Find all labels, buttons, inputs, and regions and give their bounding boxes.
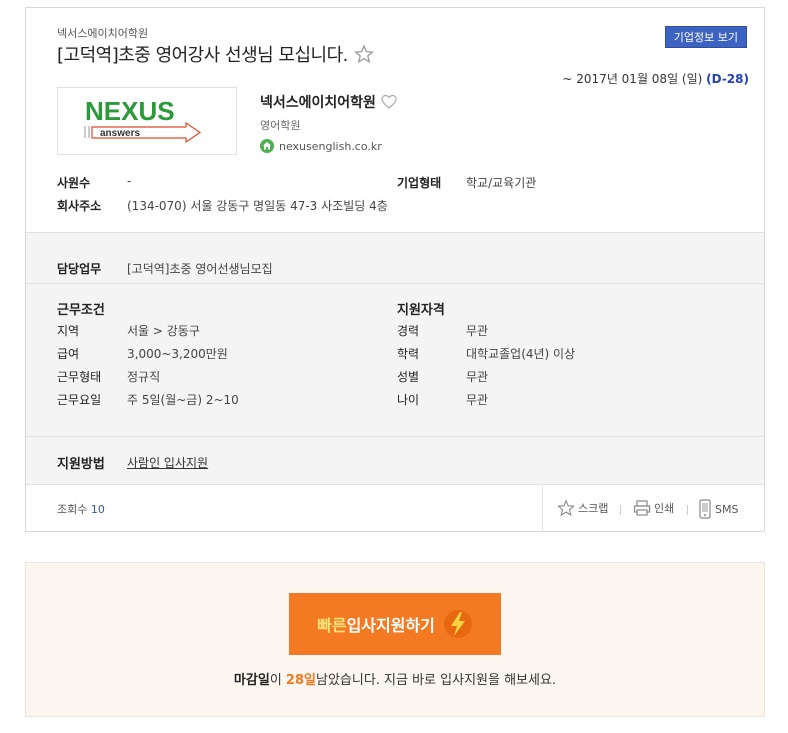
condition-label: 지역 [57, 324, 80, 338]
qualification-value: 무관 [466, 393, 489, 407]
home-icon [260, 139, 274, 153]
company-name-row: 넥서스에이치어학원 [260, 92, 397, 112]
deadline-particle: 이 [269, 673, 282, 688]
heart-icon[interactable] [381, 94, 397, 110]
logo-sub-text: answers [100, 128, 140, 139]
quick-apply-label: 입사지원하기 [346, 616, 435, 635]
homepage-url: nexusenglish.co.kr [279, 139, 382, 153]
qualification-label: 학력 [397, 347, 420, 361]
quick-apply-box: 빠른 입사지원하기 마감일이 28일남았습니다. 지금 바로 입사지원을 해보세요… [25, 562, 765, 717]
address-label: 회사주소 [57, 199, 102, 213]
deadline-date: ~ 2017년 01월 08일 (일) [562, 72, 703, 86]
company-name-small[interactable]: 넥서스에이치어학원 [57, 25, 148, 41]
company-type-value: 학교/교육기관 [466, 176, 537, 190]
views-label: 조회수 [57, 503, 88, 516]
lightning-icon [443, 610, 472, 638]
deadline: ~ 2017년 01월 08일 (일) (D-28) [562, 70, 749, 87]
company-type-label: 기업형태 [397, 176, 442, 190]
quick-apply-button[interactable]: 빠른 입사지원하기 [289, 593, 501, 655]
address-value: (134-070) 서울 강동구 명일동 47-3 사조빌딩 4층 [127, 199, 388, 213]
deadline-word: 마감일 [233, 673, 270, 688]
divider [542, 485, 543, 531]
qualifications-title: 지원자격 [397, 303, 445, 318]
deadline-message-rest: 남았습니다. 지금 바로 입사지원을 해보세요. [315, 673, 557, 688]
qualification-label: 경력 [397, 324, 420, 338]
divider [687, 505, 688, 515]
company-info-button[interactable]: 기업정보 보기 [664, 26, 747, 48]
qualification-value: 대학교졸업(4년) 이상 [466, 347, 576, 361]
logo-text: NEXUS [85, 96, 175, 126]
homepage-link[interactable]: nexusenglish.co.kr [260, 139, 382, 153]
divider [26, 283, 764, 284]
company-industry: 영어학원 [260, 119, 301, 132]
condition-value: 정규직 [127, 370, 161, 384]
company-logo[interactable]: NEXUS answers [57, 87, 237, 155]
deadline-message: 마감일이 28일남았습니다. 지금 바로 입사지원을 해보세요. [26, 669, 764, 688]
star-icon[interactable] [353, 44, 374, 64]
remaining-days: 28일 [285, 673, 316, 688]
sms-label: SMS [715, 502, 739, 516]
print-label: 인쇄 [654, 502, 675, 515]
apply-method-link[interactable]: 사람인 입사지원 [127, 454, 208, 471]
job-title: [고덕역]초중 영어강사 선생님 모십니다. [57, 45, 348, 66]
qualification-value: 무관 [466, 370, 489, 384]
employees-value: - [127, 174, 132, 188]
printer-icon [633, 500, 651, 516]
sms-button[interactable]: SMS [698, 499, 738, 519]
job-posting-card: 넥서스에이치어학원 [고덕역]초중 영어강사 선생님 모십니다. 기업정보 보기… [25, 7, 765, 532]
scrap-label: 스크랩 [578, 502, 609, 515]
condition-value: 3,000~3,200만원 [127, 347, 228, 361]
nexus-logo-graphic: NEXUS answers [84, 96, 202, 144]
footer-row: 조회수 10 스크랩 인쇄 SMS [26, 485, 764, 531]
print-button[interactable]: 인쇄 [633, 499, 674, 517]
divider [620, 505, 621, 515]
condition-label: 근무요일 [57, 393, 102, 407]
star-outline-icon [557, 499, 575, 517]
qualification-value: 무관 [466, 324, 489, 338]
conditions-title: 근무조건 [57, 303, 105, 318]
qualification-label: 나이 [397, 393, 420, 407]
condition-label: 급여 [57, 347, 80, 361]
company-name[interactable]: 넥서스에이치어학원 [260, 92, 376, 112]
quick-apply-highlight: 빠른 [317, 616, 347, 635]
phone-icon [699, 499, 711, 519]
duty-value: [고덕역]초중 영어선생님모집 [127, 262, 273, 276]
condition-value: 주 5일(월~금) 2~10 [127, 393, 239, 407]
condition-label: 근무형태 [57, 370, 102, 384]
method-label: 지원방법 [57, 457, 105, 472]
views-number: 10 [90, 503, 105, 516]
scrap-button[interactable]: 스크랩 [557, 499, 608, 517]
condition-value: 서울 > 강동구 [127, 324, 200, 338]
divider [26, 436, 764, 437]
qualification-label: 성별 [397, 370, 420, 384]
employees-label: 사원수 [57, 176, 91, 190]
duty-label: 담당업무 [57, 262, 102, 276]
details-section: 담당업무 [고덕역]초중 영어선생님모집 근무조건 지역 서울 > 강동구 급여… [26, 232, 764, 485]
view-count: 조회수 10 [57, 501, 105, 517]
dday-badge: (D-28) [706, 72, 749, 86]
title-row: [고덕역]초중 영어강사 선생님 모십니다. [57, 41, 374, 67]
